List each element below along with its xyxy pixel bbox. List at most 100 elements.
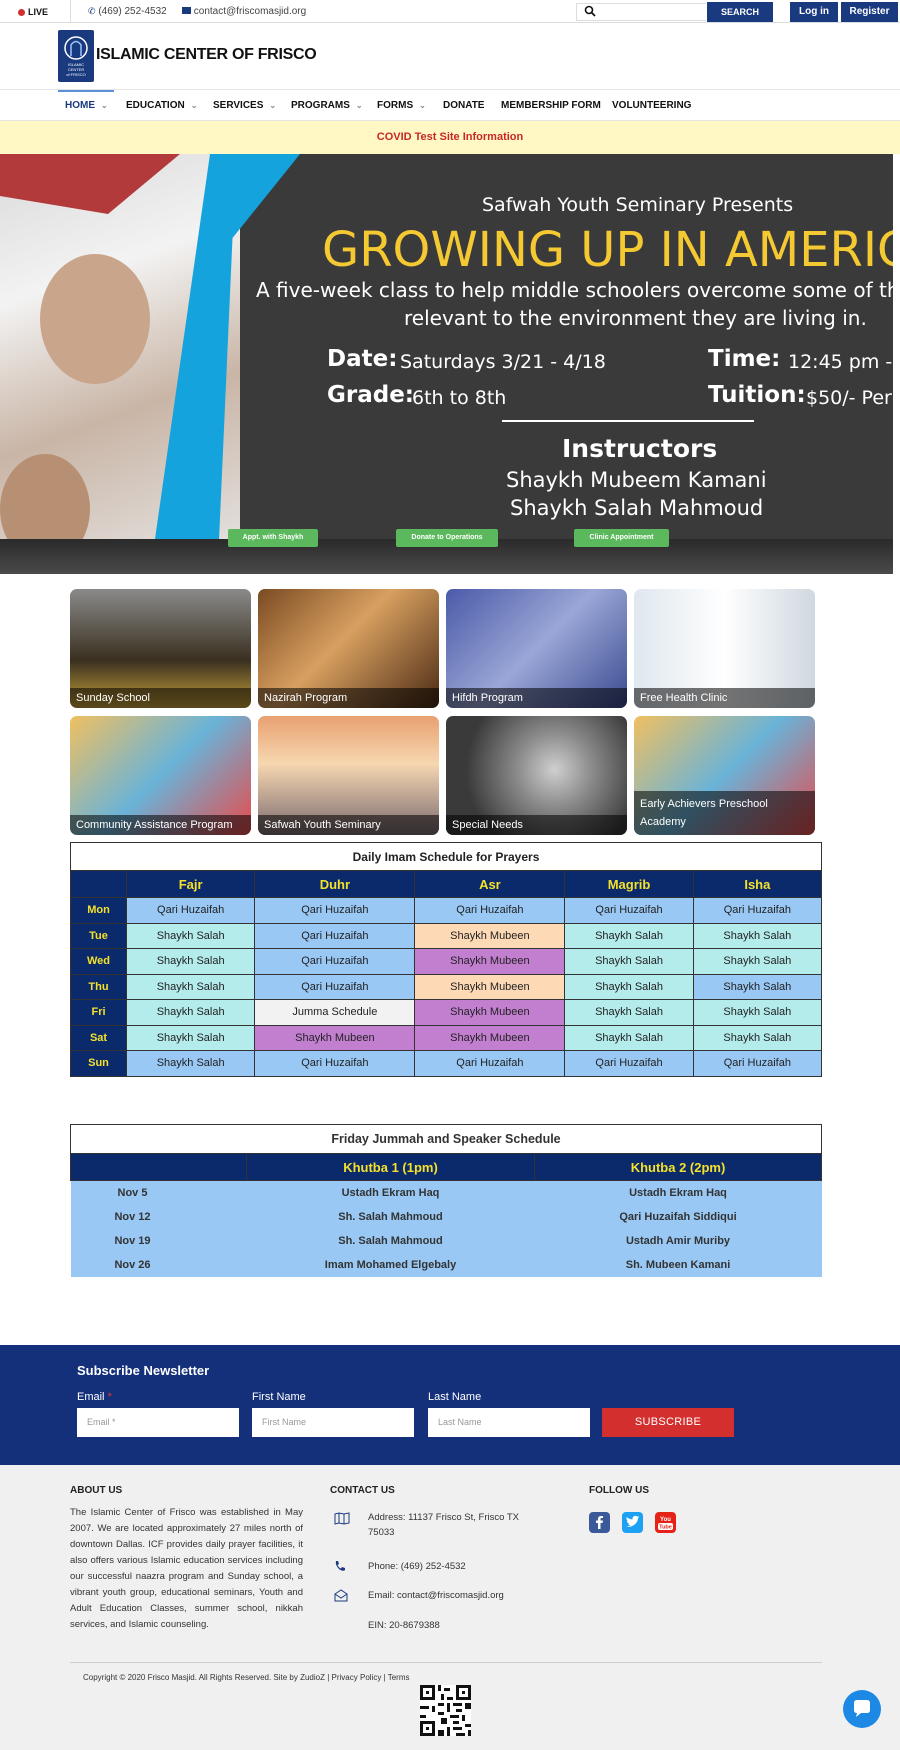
imam-cell: Shaykh Mubeen xyxy=(414,948,566,975)
imam-cell: Shaykh Mubeen xyxy=(414,973,566,1000)
program-tile-safwah-youth[interactable]: Safwah Youth Seminary xyxy=(258,716,439,835)
imam-cell: Qari Huzaifah xyxy=(564,1050,694,1077)
table-row: Fri Shaykh Salah Jumma Schedule Shaykh M… xyxy=(70,999,823,1026)
imam-cell: Qari Huzaifah xyxy=(254,973,416,1000)
program-tile-label: Free Health Clinic xyxy=(634,688,815,708)
table-row: Thu Shaykh Salah Qari Huzaifah Shaykh Mu… xyxy=(70,973,823,1000)
imam-cell: Shaykh Salah xyxy=(692,1024,823,1051)
site-name[interactable]: ISLAMIC CENTER OF FRISCO xyxy=(96,46,317,64)
program-tile-nazirah[interactable]: Nazirah Program xyxy=(258,589,439,708)
zudioz-link[interactable]: ZudioZ xyxy=(300,1673,325,1682)
login-button[interactable]: Log in xyxy=(790,2,838,22)
first-name-field[interactable]: First Name xyxy=(252,1408,414,1437)
nav-programs[interactable]: PROGRAMS ⌄ xyxy=(291,100,363,111)
chevron-down-icon: ⌄ xyxy=(101,101,108,110)
program-tile-label: Sunday School xyxy=(70,688,251,708)
jummah-speaker: Sh. Salah Mahmoud xyxy=(246,1204,535,1229)
covid-banner-link[interactable]: COVID Test Site Information xyxy=(0,121,900,154)
nav-programs-label: PROGRAMS xyxy=(291,100,350,111)
terms-link[interactable]: Terms xyxy=(388,1673,410,1682)
live-indicator[interactable]: LIVE xyxy=(18,7,48,17)
nav-education[interactable]: EDUCATION ⌄ xyxy=(126,100,197,111)
imam-cell: Shaykh Mubeen xyxy=(414,999,566,1026)
imam-cell: Shaykh Salah xyxy=(692,922,823,949)
register-button[interactable]: Register xyxy=(841,2,898,22)
hero-banner[interactable]: Safwah Youth Seminary Presents GROWING U… xyxy=(0,154,893,574)
program-tile-early-achievers[interactable]: Early Achievers Preschool Academy xyxy=(634,716,815,835)
nav-active-indicator xyxy=(58,90,114,92)
footer-ein: EIN: 20-8679388 xyxy=(368,1620,440,1631)
required-mark: * xyxy=(107,1391,112,1403)
jummah-speaker: Imam Mohamed Elgebaly xyxy=(246,1252,535,1277)
email-label: Email * xyxy=(77,1391,112,1403)
live-label: LIVE xyxy=(28,7,49,17)
appt-with-shaykh-button[interactable]: Appt. with Shaykh xyxy=(228,529,318,547)
nav-home[interactable]: HOME ⌄ xyxy=(65,100,108,111)
clinic-appointment-button[interactable]: Clinic Appointment xyxy=(574,529,669,547)
hero-date-value: Saturdays 3/21 - 4/18 xyxy=(400,351,606,373)
imam-cell: Shaykh Salah xyxy=(564,1024,694,1051)
hero-date-label: Date: xyxy=(327,346,398,372)
donate-to-operations-button[interactable]: Donate to Operations xyxy=(396,529,498,547)
program-tile-community-assistance[interactable]: Community Assistance Program xyxy=(70,716,251,835)
hero-presents: Safwah Youth Seminary Presents xyxy=(482,194,794,216)
program-tile-hifdh[interactable]: Hifdh Program xyxy=(446,589,627,708)
jummah-speaker: Sh. Mubeen Kamani xyxy=(534,1252,822,1277)
prayer-schedule-table: Daily Imam Schedule for Prayers Fajr Duh… xyxy=(70,842,823,1077)
nav-forms[interactable]: FORMS ⌄ xyxy=(377,100,426,111)
hero-instructors-heading: Instructors xyxy=(562,434,718,463)
topbar-phone[interactable]: ✆ (469) 252-4532 xyxy=(88,6,167,17)
nav-membership-form[interactable]: MEMBERSHIP FORM xyxy=(501,100,601,111)
hero-instructor: Shaykh Mubeem Kamani xyxy=(506,468,767,492)
qr-code-icon xyxy=(420,1685,471,1736)
jummah-schedule-table: Friday Jummah and Speaker Schedule Khutb… xyxy=(70,1124,822,1277)
search-button[interactable]: SEARCH xyxy=(707,2,773,22)
envelope-open-icon xyxy=(334,1589,348,1602)
imam-cell: Shaykh Mubeen xyxy=(414,1024,566,1051)
nav-services[interactable]: SERVICES ⌄ xyxy=(213,100,276,111)
chevron-down-icon: ⌄ xyxy=(269,101,277,110)
topbar-email[interactable]: contact@friscomasjid.org xyxy=(182,6,306,17)
table-row: Nov 12 Sh. Salah Mahmoud Qari Huzaifah S… xyxy=(70,1204,822,1229)
nav-volunteering[interactable]: VOLUNTEERING xyxy=(612,100,691,111)
email-label-text: Email xyxy=(77,1391,105,1403)
imam-cell: Shaykh Salah xyxy=(692,999,823,1026)
subscribe-button[interactable]: SUBSCRIBE xyxy=(602,1408,734,1437)
jummah-header-cell xyxy=(70,1153,247,1181)
hero-instructor: Shaykh Salah Mahmoud xyxy=(510,496,764,520)
chat-widget-button[interactable] xyxy=(843,1690,881,1728)
first-name-label: First Name xyxy=(252,1391,306,1403)
imam-cell: Shaykh Salah xyxy=(125,999,256,1026)
imam-cell: Shaykh Mubeen xyxy=(254,1024,416,1051)
chevron-down-icon: ⌄ xyxy=(355,101,363,110)
program-tile-sunday-school[interactable]: Sunday School xyxy=(70,589,251,708)
day-cell: Sat xyxy=(70,1024,127,1051)
program-tile-special-needs[interactable]: Special Needs xyxy=(446,716,627,835)
site-logo[interactable]: ISLAMIC CENTER of FRISCO xyxy=(58,30,94,82)
table-row: Nov 5 Ustadh Ekram Haq Ustadh Ekram Haq xyxy=(70,1180,822,1205)
last-name-field[interactable]: Last Name xyxy=(428,1408,590,1437)
jummah-speaker: Ustadh Ekram Haq xyxy=(534,1180,822,1205)
imam-cell: Qari Huzaifah xyxy=(414,1050,566,1077)
facebook-icon[interactable] xyxy=(589,1512,610,1533)
jummah-header-cell: Khutba 2 (2pm) xyxy=(534,1153,822,1181)
main-nav: HOME ⌄ EDUCATION ⌄ SERVICES ⌄ PROGRAMS ⌄ FOR… xyxy=(0,89,900,121)
newsletter-title: Subscribe Newsletter xyxy=(77,1363,210,1378)
table-row: Sat Shaykh Salah Shaykh Mubeen Shaykh Mu… xyxy=(70,1024,823,1051)
youtube-icon[interactable]: You Tube xyxy=(655,1512,676,1533)
footer-phone[interactable]: Phone: (469) 252-4532 xyxy=(368,1559,466,1574)
nav-donate[interactable]: DONATE xyxy=(443,100,484,111)
svg-text:You: You xyxy=(660,1517,671,1523)
program-tile-label: Special Needs xyxy=(446,815,627,835)
twitter-icon[interactable] xyxy=(622,1512,643,1533)
imam-cell: Shaykh Salah xyxy=(692,973,823,1000)
email-field[interactable]: Email * xyxy=(77,1408,239,1437)
topbar-phone-text: (469) 252-4532 xyxy=(98,6,167,17)
imam-cell: Qari Huzaifah xyxy=(125,897,256,924)
privacy-policy-link[interactable]: Privacy Policy xyxy=(332,1673,382,1682)
program-tile-health-clinic[interactable]: Free Health Clinic xyxy=(634,589,815,708)
footer-email[interactable]: Email: contact@friscomasjid.org xyxy=(368,1588,504,1603)
divider xyxy=(70,0,71,23)
hero-time-label: Time: xyxy=(708,346,781,372)
prayer-header-cell: Duhr xyxy=(254,870,416,898)
